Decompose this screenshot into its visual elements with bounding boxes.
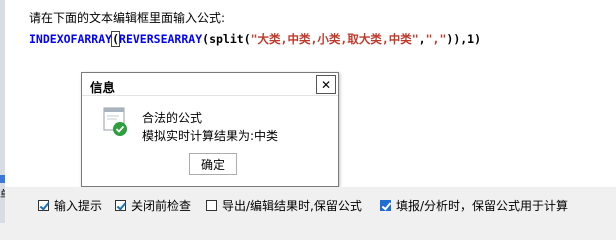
dialog-close-button[interactable]: ✕: [316, 75, 336, 94]
formula-paren: (: [243, 32, 251, 46]
editor-prompt-label: 请在下面的文本编辑框里面输入公式:: [29, 11, 226, 25]
checkbox-input-hint[interactable]: [38, 200, 49, 211]
document-check-icon: [103, 107, 127, 136]
ok-button[interactable]: 确定: [189, 153, 237, 175]
option-check-before-close-label: 关闭前检查: [131, 199, 192, 213]
dialog-title: 信息: [90, 80, 116, 95]
formula-text[interactable]: INDEXOFARRAY(REVERSEARRAY(split("大类,中类,小…: [29, 31, 481, 47]
dialog-titlebar[interactable]: 信息 ✕: [82, 73, 338, 96]
checkbox-keep-formula-export[interactable]: [206, 200, 217, 211]
option-keep-formula-export[interactable]: 导出/编辑结果时,保留公式: [206, 197, 362, 214]
dialog-message-result: 模拟实时计算结果为:中类: [142, 129, 279, 143]
dialog-message-valid: 合法的公式: [142, 111, 203, 125]
formula-fn-indexofarray: INDEXOFARRAY: [29, 32, 113, 46]
option-keep-formula-fill-label: 填报/分析时，保留公式用于计算: [396, 199, 569, 213]
info-dialog: 信息 ✕ 合法的公式 模拟实时计算结果为:中类 确定: [81, 72, 339, 187]
option-keep-formula-fill[interactable]: 填报/分析时，保留公式用于计算: [380, 197, 568, 214]
formula-fn-reversearray: REVERSEARRAY: [119, 32, 203, 46]
formula-fn-split: split: [209, 32, 244, 46]
formula-comma: ,: [418, 32, 426, 46]
checkbox-keep-formula-fill[interactable]: [380, 200, 391, 211]
formula-tail: )),1): [446, 32, 482, 46]
formula-string-separator: ",": [425, 32, 447, 46]
formula-paren-cursor: (: [111, 31, 121, 47]
checkbox-check-before-close[interactable]: [115, 200, 126, 211]
options-bar: 输入提示 关闭前检查 导出/编辑结果时,保留公式 填报/分析时，保留公式用于计算: [5, 187, 616, 223]
option-input-hint-label: 输入提示: [54, 199, 103, 213]
option-input-hint[interactable]: 输入提示: [38, 197, 102, 214]
option-check-before-close[interactable]: 关闭前检查: [115, 197, 191, 214]
option-keep-formula-export-label: 导出/编辑结果时,保留公式: [222, 199, 362, 213]
formula-string-list: "大类,中类,小类,取大类,中类": [250, 32, 419, 46]
